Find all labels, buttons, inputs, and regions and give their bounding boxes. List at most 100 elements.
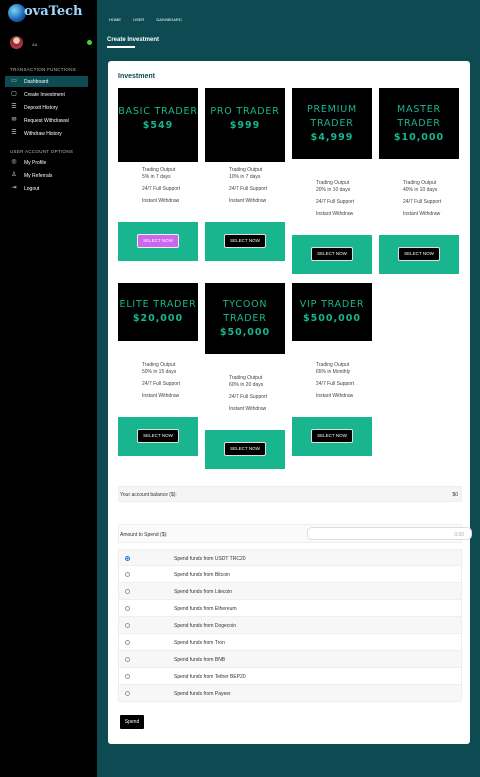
plan-header: ELITE TRADER $20,000: [118, 283, 198, 341]
plan-output-label: Trading Output: [142, 362, 176, 368]
folder-icon: ▢: [11, 91, 17, 97]
amount-placeholder: 0.00: [454, 532, 464, 538]
plan-price: $50,000: [219, 327, 271, 338]
radio-button[interactable]: [125, 640, 130, 645]
payment-option-label: Spend funds from Tron: [174, 640, 225, 646]
payment-option-label: Spend funds from BNB: [174, 657, 226, 663]
brand-logo[interactable]: ovaTech: [8, 3, 98, 23]
select-plan-button[interactable]: SELECT NOW: [311, 247, 353, 261]
plan-withdraw: Instant Withdraw: [142, 198, 180, 204]
breadcrumb-home[interactable]: HOME: [109, 17, 121, 22]
select-plan-button[interactable]: SELECT NOW: [398, 247, 440, 261]
page-header: HOME USER DASHBOARD Create Investment: [97, 0, 480, 60]
plan-output-label: Trading Output: [229, 167, 263, 173]
payment-option-payeer[interactable]: Spend funds from Payeer: [118, 685, 462, 702]
sidebar-item-my-referrals[interactable]: ♙ My Referrals: [5, 170, 88, 181]
plan-name: PREMIUM: [306, 104, 358, 115]
sidebar-item-deposit-history[interactable]: ☰ Deposit History: [5, 102, 88, 113]
envelope-icon: ✉: [11, 117, 17, 123]
payment-option-label: Spend funds from Payeer: [174, 691, 231, 697]
plan-name-line2: TRADER: [223, 313, 267, 324]
plan-support: 24/7 Full Support: [142, 381, 181, 387]
plan-output-value: 5% in 7 days: [142, 174, 171, 180]
balance-row: Your account balance ($): $0: [118, 486, 462, 502]
amount-input[interactable]: 0.00: [307, 527, 472, 540]
plan-name-line2: TRADER: [310, 118, 354, 129]
sidebar-item-label: Logout: [24, 186, 40, 192]
plan-support: 24/7 Full Support: [316, 199, 355, 205]
plan-header: MASTER TRADER $10,000: [379, 88, 459, 159]
plan-header: BASIC TRADER $549: [118, 88, 198, 162]
spend-button[interactable]: Spend: [120, 715, 144, 729]
radio-button[interactable]: [125, 674, 130, 679]
payment-option-usdt-trc20[interactable]: Spend funds from USDT TRC20: [118, 549, 462, 566]
radio-button[interactable]: [125, 556, 130, 561]
select-plan-button[interactable]: SELECT NOW: [224, 442, 266, 456]
dashboard-icon: ▭: [11, 78, 17, 84]
amount-row: Amount to Spend ($): 0.00: [118, 524, 472, 543]
radio-button[interactable]: [125, 657, 130, 662]
sidebar-item-dashboard[interactable]: ▭ Dashboard: [5, 76, 88, 87]
radio-button[interactable]: [125, 691, 130, 696]
radio-button[interactable]: [125, 623, 130, 628]
amount-label: Amount to Spend ($):: [120, 532, 168, 538]
radio-button[interactable]: [125, 589, 130, 594]
payment-option-label: Spend funds from USDT TRC20: [174, 556, 246, 562]
logout-icon: ⇥: [11, 185, 17, 191]
plan-price: $999: [229, 120, 261, 131]
select-plan-button[interactable]: SELECT NOW: [311, 429, 353, 443]
payment-option-label: Spend funds from Bitcoin: [174, 572, 230, 578]
plan-name: VIP TRADER: [299, 299, 365, 310]
plan-withdraw: Instant Withdraw: [142, 393, 180, 399]
radio-button[interactable]: [125, 572, 130, 577]
payment-option-label: Spend funds from Tether BEP20: [174, 674, 246, 680]
plan-output-value: 50% in 15 days: [142, 369, 177, 375]
payment-option-litecoin[interactable]: Spend funds from Litecoin: [118, 583, 462, 600]
payment-option-ethereum[interactable]: Spend funds from Ethereum: [118, 600, 462, 617]
payment-option-tron[interactable]: Spend funds from Tron: [118, 634, 462, 651]
sidebar-item-request-withdrawal[interactable]: ✉ Request Withdrawal: [5, 115, 88, 126]
plan-support: 24/7 Full Support: [316, 381, 355, 387]
balance-label: Your account balance ($):: [120, 492, 177, 498]
users-icon: ♙: [11, 172, 17, 178]
select-plan-button[interactable]: SELECT NOW: [137, 234, 179, 248]
payment-option-dogecoin[interactable]: Spend funds from Dogecoin: [118, 617, 462, 634]
section-title-account: USER ACCOUNT OPTIONS: [10, 149, 74, 154]
plan-name-line2: TRADER: [397, 118, 441, 129]
sidebar-item-label: Request Withdrawal: [24, 118, 69, 124]
payment-option-bnb[interactable]: Spend funds from BNB: [118, 651, 462, 668]
select-plan-button[interactable]: SELECT NOW: [137, 429, 179, 443]
payment-option-tether-bep20[interactable]: Spend funds from Tether BEP20: [118, 668, 462, 685]
sidebar-item-label: Create Investment: [24, 92, 65, 98]
plan-support: 24/7 Full Support: [229, 186, 268, 192]
plan-footer: SELECT NOW: [205, 222, 285, 261]
radio-button[interactable]: [125, 606, 130, 611]
breadcrumb-dashboard[interactable]: DASHBOARD: [156, 17, 181, 22]
plan-output-value: 65% in Monthly: [316, 369, 351, 375]
sidebar-item-create-investment[interactable]: ▢ Create Investment: [5, 89, 88, 100]
sidebar: ovaTech AA TRANSACTION FUNCTIONS ▭ Dashb…: [0, 0, 97, 777]
plan-price: $500,000: [303, 313, 361, 324]
sidebar-item-label: Deposit History: [24, 105, 58, 111]
list-icon: ☰: [11, 104, 17, 110]
sidebar-item-label: Dashboard: [24, 79, 49, 85]
sidebar-item-withdraw-history[interactable]: ☰ Withdraw History: [5, 128, 88, 139]
plan-output-value: 20% in 10 days: [316, 187, 351, 193]
select-plan-button[interactable]: SELECT NOW: [224, 234, 266, 248]
plan-price: $10,000: [393, 132, 445, 143]
plan-price: $549: [142, 120, 174, 131]
sidebar-item-my-profile[interactable]: ◎ My Profile: [5, 157, 88, 168]
breadcrumb: HOME USER DASHBOARD: [109, 17, 193, 22]
breadcrumb-user[interactable]: USER: [133, 17, 144, 22]
avatar[interactable]: [10, 36, 23, 49]
plan-price: $4,999: [310, 132, 354, 143]
plan-footer: SELECT NOW: [379, 235, 459, 274]
plan-name: PRO TRADER: [210, 106, 280, 117]
logo-text: ovaTech: [24, 4, 83, 19]
sidebar-item-logout[interactable]: ⇥ Logout: [5, 183, 88, 194]
plan-output-value: 40% in 10 days: [403, 187, 438, 193]
payment-option-bitcoin[interactable]: Spend funds from Bitcoin: [118, 566, 462, 583]
plan-output-label: Trading Output: [403, 180, 437, 186]
plan-withdraw: Instant Withdraw: [403, 211, 441, 217]
plan-output-value: 60% in 20 days: [229, 382, 264, 388]
